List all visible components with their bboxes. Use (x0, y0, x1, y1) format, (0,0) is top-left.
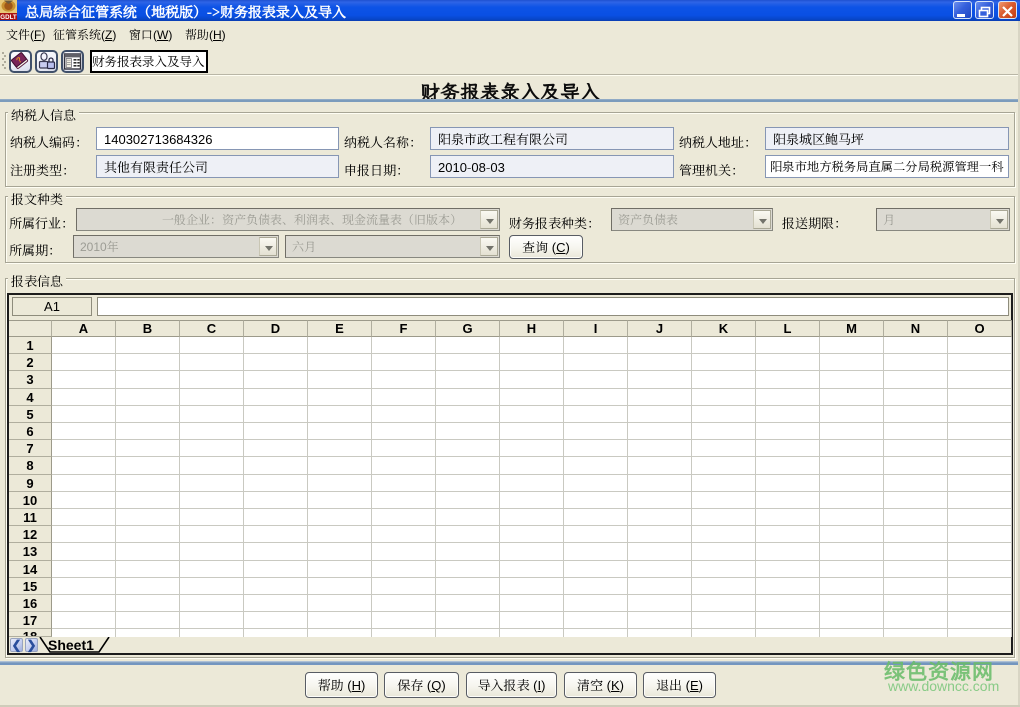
svg-text:GDLT: GDLT (0, 14, 17, 20)
